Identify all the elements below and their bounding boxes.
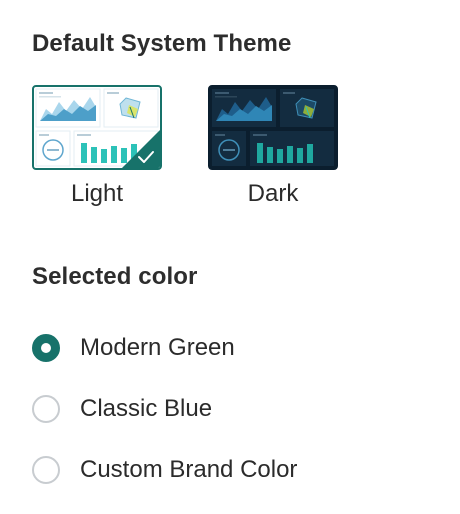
color-option-custom-brand[interactable]: Custom Brand Color (32, 456, 297, 484)
color-section-title: Selected color (32, 263, 198, 290)
theme-option-light[interactable]: Light (32, 85, 162, 208)
color-option-label: Modern Green (80, 334, 235, 361)
checkmark-icon (138, 151, 154, 163)
color-option-label: Classic Blue (80, 395, 213, 422)
theme-option-dark[interactable]: Dark (208, 85, 338, 208)
light-theme-thumbnail[interactable] (32, 85, 162, 170)
dark-dashboard-preview (212, 89, 334, 166)
radio-button[interactable] (32, 395, 60, 423)
theme-light-label: Light (70, 180, 124, 207)
color-option-classic-blue[interactable]: Classic Blue (32, 395, 212, 423)
radio-button-checked[interactable] (32, 334, 60, 362)
theme-section-title: Default System Theme (32, 30, 292, 57)
color-option-modern-green[interactable]: Modern Green (32, 334, 235, 362)
dark-theme-thumbnail[interactable] (208, 85, 338, 170)
color-option-label: Custom Brand Color (80, 456, 298, 483)
radio-button[interactable] (32, 456, 60, 484)
theme-dark-label: Dark (247, 180, 299, 207)
